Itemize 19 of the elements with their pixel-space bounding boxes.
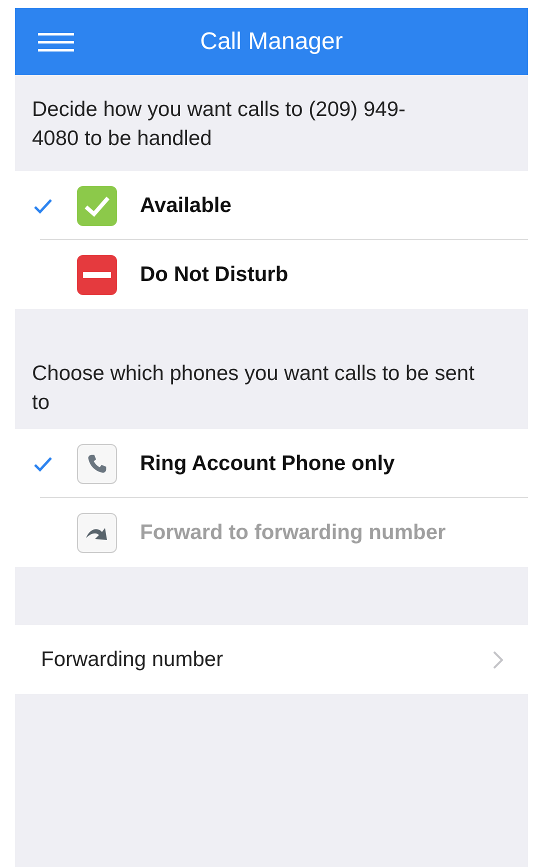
option-label: Ring Account Phone only xyxy=(140,452,395,476)
option-row[interactable]: Ring Account Phone only xyxy=(15,429,528,498)
option-row[interactable]: Do Not Disturb xyxy=(15,240,528,309)
minus-icon xyxy=(77,254,117,294)
forwarding-number-label: Forwarding number xyxy=(41,648,224,672)
menu-icon[interactable] xyxy=(37,30,75,54)
option-label: Available xyxy=(140,194,232,218)
option-label: Forward to forwarding number xyxy=(140,520,446,544)
forwarding-number-row[interactable]: Forwarding number xyxy=(15,625,528,694)
selected-check-icon xyxy=(33,456,53,472)
section-description: Decide how you want calls to (209) 949-4080 to be handled xyxy=(31,97,407,152)
section-description: Choose which phones you want calls to be sent to xyxy=(31,361,476,416)
chevron-right-icon xyxy=(493,650,503,668)
option-row[interactable]: Available xyxy=(15,171,528,240)
screen-title: Call Manager xyxy=(200,28,343,56)
check-icon xyxy=(77,186,117,226)
option-label: Do Not Disturb xyxy=(140,262,288,286)
selected-check-icon xyxy=(33,198,53,214)
phone-icon xyxy=(77,444,117,484)
